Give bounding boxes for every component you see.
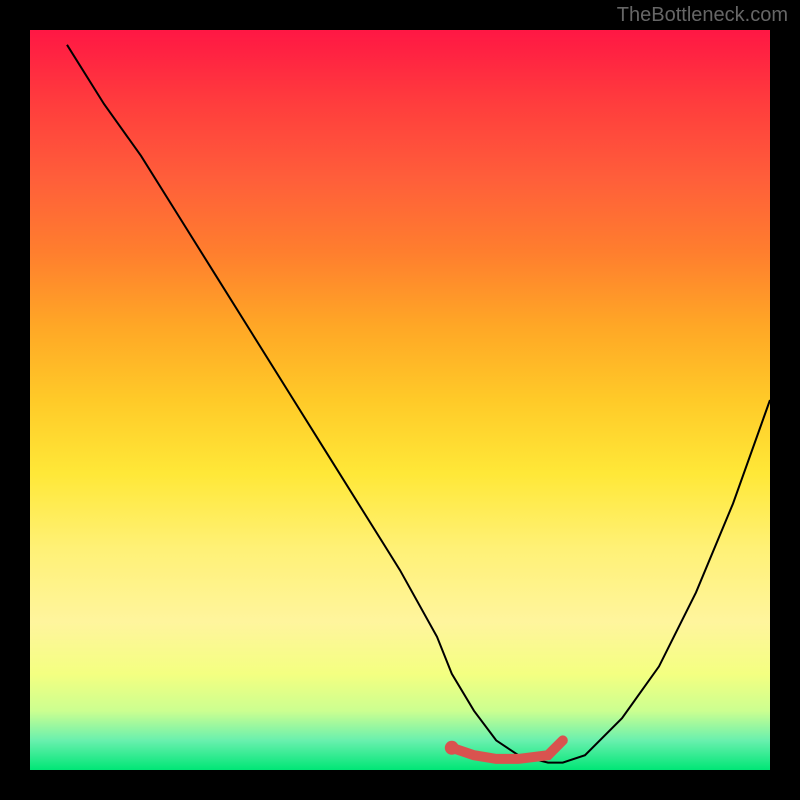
bottleneck-curve-line — [67, 45, 770, 763]
watermark-text: TheBottleneck.com — [617, 4, 788, 27]
chart-plot-area — [30, 30, 770, 770]
chart-svg — [30, 30, 770, 770]
optimal-range-marker-line — [452, 740, 563, 759]
optimal-range-start-dot — [445, 741, 459, 755]
